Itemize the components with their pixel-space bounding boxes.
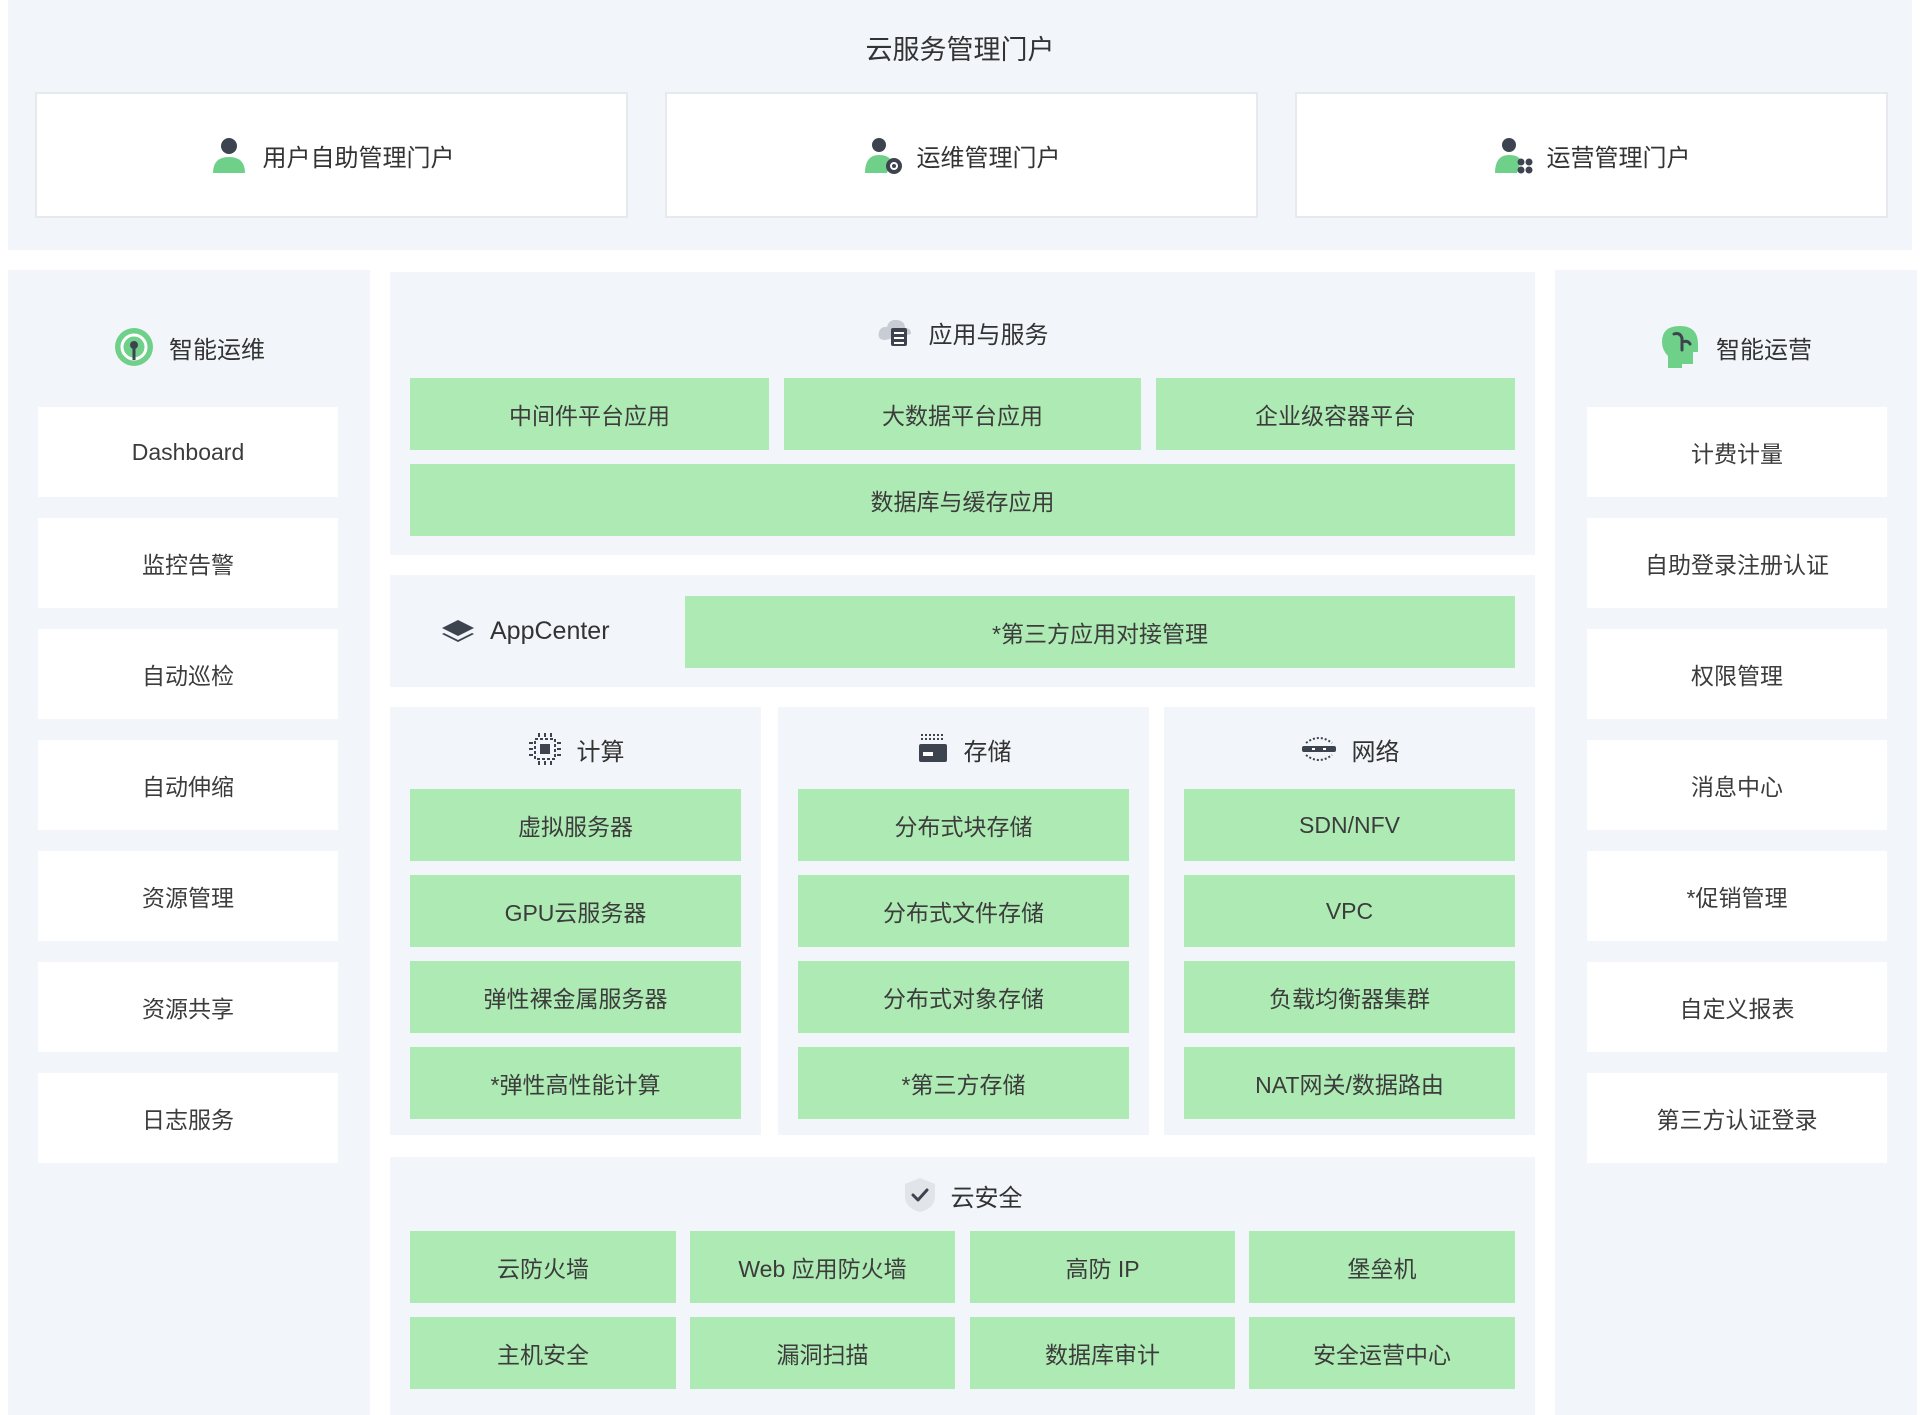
right-item-self-register-auth[interactable]: 自助登录注册认证	[1587, 518, 1887, 608]
user-apps-icon	[1494, 138, 1532, 174]
security-waf[interactable]: Web 应用防火墙	[690, 1231, 955, 1303]
appcenter-label: AppCenter	[440, 606, 640, 656]
left-item-monitoring-alerts[interactable]: 监控告警	[38, 518, 338, 608]
app-big-data-platform[interactable]: 大数据平台应用	[784, 378, 1141, 450]
compute-gpu-server[interactable]: GPU云服务器	[410, 875, 741, 947]
storage-title: 存储	[778, 724, 1149, 774]
left-item-auto-scaling[interactable]: 自动伸缩	[38, 740, 338, 830]
left-item-auto-inspection[interactable]: 自动巡检	[38, 629, 338, 719]
page-title: 云服务管理门户	[865, 34, 1055, 65]
compute-virtual-server[interactable]: 虚拟服务器	[410, 789, 741, 861]
cloud-server-icon	[878, 319, 911, 346]
right-item-promotion-management[interactable]: *促销管理	[1587, 851, 1887, 941]
right-item-custom-reports[interactable]: 自定义报表	[1587, 962, 1887, 1052]
apps-services-title: 应用与服务	[390, 307, 1535, 357]
portal-operations[interactable]: 运营管理门户	[1295, 92, 1888, 218]
storage-icon	[918, 734, 947, 762]
left-panel-title: 智能运维	[8, 322, 370, 372]
left-item-log-service[interactable]: 日志服务	[38, 1073, 338, 1163]
security-title: 云安全	[390, 1170, 1535, 1220]
user-gear-icon	[864, 138, 902, 174]
right-panel-title: 智能运营	[1555, 322, 1917, 372]
security-vulnerability-scan[interactable]: 漏洞扫描	[690, 1317, 955, 1389]
storage-block[interactable]: 分布式块存储	[798, 789, 1129, 861]
left-item-resource-management[interactable]: 资源管理	[38, 851, 338, 941]
security-anti-ddos-ip[interactable]: 高防 IP	[970, 1231, 1235, 1303]
compute-title: 计算	[390, 724, 761, 774]
network-title: 网络	[1164, 724, 1535, 774]
app-database-cache[interactable]: 数据库与缓存应用	[410, 464, 1515, 536]
storage-third-party[interactable]: *第三方存储	[798, 1047, 1129, 1119]
compute-bare-metal-server[interactable]: 弹性裸金属服务器	[410, 961, 741, 1033]
user-icon	[212, 138, 245, 173]
network-icon	[1301, 737, 1336, 761]
portal-ops[interactable]: 运维管理门户	[665, 92, 1258, 218]
right-item-permission-management[interactable]: 权限管理	[1587, 629, 1887, 719]
right-item-message-center[interactable]: 消息中心	[1587, 740, 1887, 830]
storage-object[interactable]: 分布式对象存储	[798, 961, 1129, 1033]
security-database-audit[interactable]: 数据库审计	[970, 1317, 1235, 1389]
security-cloud-firewall[interactable]: 云防火墙	[410, 1231, 676, 1303]
network-load-balancer-cluster[interactable]: 负载均衡器集群	[1184, 961, 1515, 1033]
network-sdn-nfv[interactable]: SDN/NFV	[1184, 789, 1515, 861]
right-item-third-party-login[interactable]: 第三方认证登录	[1587, 1073, 1887, 1163]
left-item-dashboard[interactable]: Dashboard	[38, 407, 338, 497]
appcenter-third-party-app-integration[interactable]: *第三方应用对接管理	[685, 596, 1515, 668]
portal-user-self-service[interactable]: 用户自助管理门户	[35, 92, 628, 218]
network-nat-gateway-routing[interactable]: NAT网关/数据路由	[1184, 1047, 1515, 1119]
chip-icon	[528, 733, 561, 765]
layers-icon	[442, 620, 474, 642]
storage-file[interactable]: 分布式文件存储	[798, 875, 1129, 947]
app-middleware-platform[interactable]: 中间件平台应用	[410, 378, 769, 450]
right-item-billing-metering[interactable]: 计费计量	[1587, 407, 1887, 497]
security-operations-center[interactable]: 安全运营中心	[1249, 1317, 1515, 1389]
compute-hpc[interactable]: *弹性高性能计算	[410, 1047, 741, 1119]
left-item-resource-sharing[interactable]: 资源共享	[38, 962, 338, 1052]
ops-antenna-icon	[115, 328, 153, 366]
app-enterprise-container-platform[interactable]: 企业级容器平台	[1156, 378, 1515, 450]
head-brain-icon	[1662, 326, 1698, 368]
network-vpc[interactable]: VPC	[1184, 875, 1515, 947]
security-host-security[interactable]: 主机安全	[410, 1317, 676, 1389]
security-bastion-host[interactable]: 堡垒机	[1249, 1231, 1515, 1303]
shield-check-icon	[904, 1178, 935, 1212]
